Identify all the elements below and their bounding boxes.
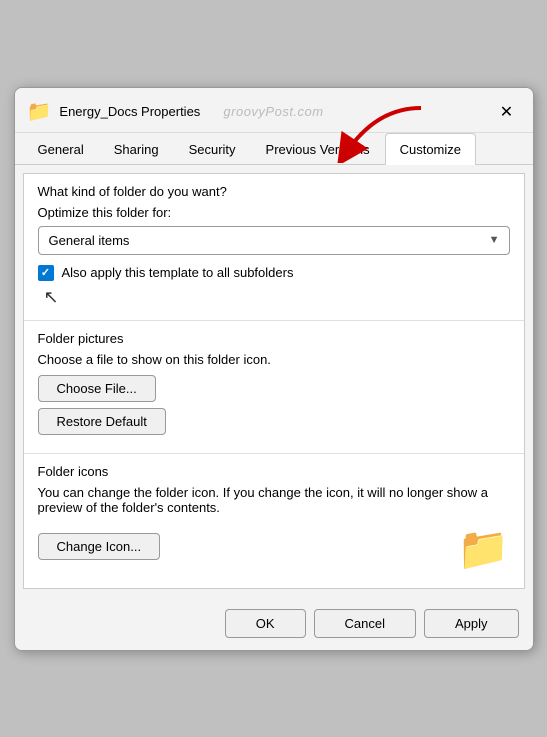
- properties-window: 📁 Energy_Docs Properties groovyPost.com …: [14, 87, 534, 651]
- folder-icons-title: Folder icons: [38, 464, 510, 479]
- subfolder-checkbox-row: ✓ Also apply this template to all subfol…: [38, 265, 510, 281]
- optimize-dropdown[interactable]: General items Documents Music Pictures V…: [38, 226, 510, 255]
- folder-icons-row: Change Icon... 📁: [38, 525, 510, 574]
- folder-pictures-description: Choose a file to show on this folder ico…: [38, 352, 510, 367]
- cancel-button[interactable]: Cancel: [314, 609, 416, 638]
- optimize-section: What kind of folder do you want? Optimiz…: [24, 174, 524, 321]
- folder-icons-description: You can change the folder icon. If you c…: [38, 485, 510, 515]
- ok-button[interactable]: OK: [225, 609, 306, 638]
- window-title: Energy_Docs Properties: [59, 104, 200, 119]
- window-icon: 📁: [27, 99, 52, 124]
- optimize-section-title: What kind of folder do you want?: [38, 184, 510, 199]
- close-button[interactable]: ✕: [493, 98, 521, 126]
- restore-default-button[interactable]: Restore Default: [38, 408, 166, 435]
- change-icon-button[interactable]: Change Icon...: [38, 533, 161, 560]
- folder-pictures-title: Folder pictures: [38, 331, 510, 346]
- checkmark-icon: ✓: [41, 266, 50, 279]
- tab-previous-versions[interactable]: Previous Versions: [251, 133, 385, 165]
- tab-general[interactable]: General: [23, 133, 99, 165]
- choose-file-button[interactable]: Choose File...: [38, 375, 156, 402]
- optimize-subtitle: Optimize this folder for:: [38, 205, 510, 220]
- footer: OK Cancel Apply: [15, 597, 533, 650]
- folder-icons-section: Folder icons You can change the folder i…: [24, 454, 524, 588]
- subfolder-checkbox-label: Also apply this template to all subfolde…: [62, 265, 294, 280]
- tab-customize[interactable]: Customize: [385, 133, 476, 165]
- tab-bar: General Sharing Security Previous Versio…: [15, 133, 533, 165]
- tab-security[interactable]: Security: [174, 133, 251, 165]
- apply-button[interactable]: Apply: [424, 609, 519, 638]
- main-content: What kind of folder do you want? Optimiz…: [23, 173, 525, 589]
- title-bar: 📁 Energy_Docs Properties groovyPost.com …: [15, 88, 533, 133]
- subfolder-checkbox[interactable]: ✓: [38, 265, 54, 281]
- optimize-dropdown-wrapper: General items Documents Music Pictures V…: [38, 226, 510, 255]
- watermark: groovyPost.com: [223, 104, 323, 119]
- tab-sharing[interactable]: Sharing: [99, 133, 174, 165]
- folder-icon-preview: 📁: [457, 525, 509, 574]
- cursor-icon: ↖: [44, 287, 59, 307]
- folder-pictures-section: Folder pictures Choose a file to show on…: [24, 321, 524, 454]
